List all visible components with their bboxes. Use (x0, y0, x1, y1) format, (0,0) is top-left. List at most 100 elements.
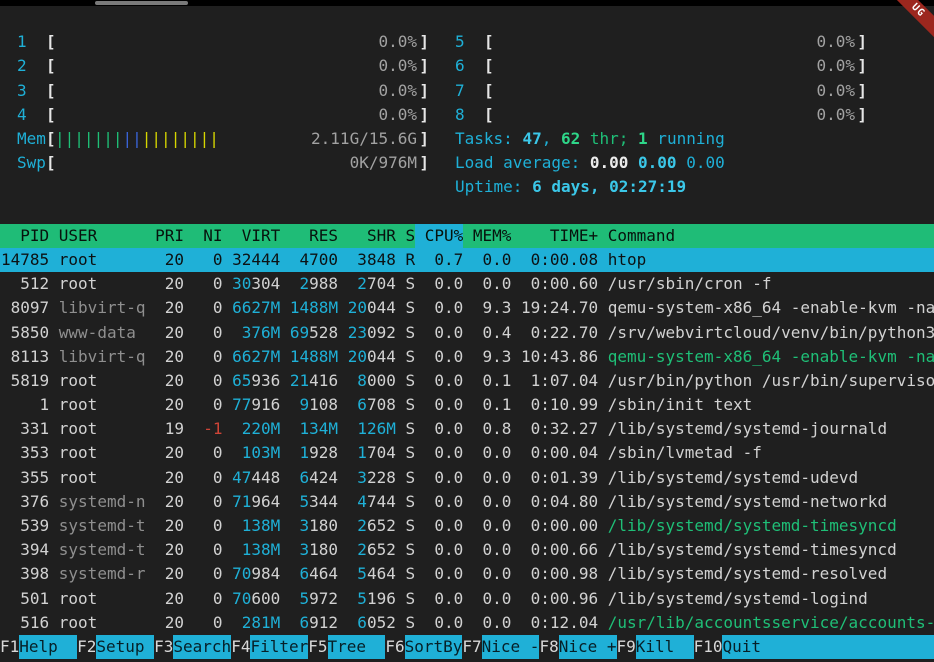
column-header-cpu-sort[interactable]: CPU% (415, 224, 463, 248)
cpu-meter-value: 0.0% (816, 103, 855, 127)
function-key-label: Search (173, 635, 231, 659)
function-key-number: F5 (308, 635, 327, 659)
cell-user: root (59, 441, 146, 465)
cpu-meter-value: 0.0% (816, 30, 855, 54)
cell-cpu: 0.0 (425, 345, 464, 369)
column-header-command[interactable]: Command (608, 224, 934, 248)
cell-time: 0:00.98 (521, 562, 598, 586)
table-row[interactable]: 355 root 20 0 47448 6424 3228 S 0.0 0.0 … (0, 466, 934, 490)
column-header-user[interactable]: USER (59, 224, 146, 248)
cell-state: S (405, 514, 415, 538)
cell-res: 69528 (290, 321, 338, 345)
cell-command: /usr/sbin/cron -f (608, 272, 934, 296)
cell-state: S (405, 562, 415, 586)
cell-time: 0:12.04 (521, 611, 598, 635)
column-header-pri[interactable]: PRI (155, 224, 184, 248)
cell-shr: 23092 (348, 321, 396, 345)
table-row[interactable]: 8097 libvirt-q 20 0 6627M 1488M 20044 S … (0, 296, 934, 320)
function-key-button[interactable]: F5 Tree (308, 635, 385, 659)
table-row[interactable]: 516 root 20 0 281M 6912 6052 S 0.0 0.0 0… (0, 611, 934, 635)
cell-ni: 0 (194, 248, 223, 272)
cell-res: 2988 (290, 272, 338, 296)
cell-command: htop (608, 248, 934, 272)
function-key-button[interactable]: F4 Filter (231, 635, 308, 659)
cell-command: /lib/systemd/systemd-udevd (608, 466, 934, 490)
column-header-virt[interactable]: VIRT (232, 224, 280, 248)
column-header-ni[interactable]: NI (194, 224, 223, 248)
cell-state: S (405, 393, 415, 417)
cell-ni: 0 (194, 466, 223, 490)
function-key-number: F8 (539, 635, 558, 659)
cell-command: /lib/systemd/systemd-timesyncd (608, 538, 934, 562)
cell-ni: 0 (194, 490, 223, 514)
cell-virt: 138M (232, 538, 280, 562)
cell-time: 0:00.96 (521, 587, 598, 611)
cell-time: 0:10.99 (521, 393, 598, 417)
column-header-s[interactable]: S (405, 224, 415, 248)
cell-user: root (59, 393, 146, 417)
cell-mem: 9.3 (473, 296, 512, 320)
function-key-button[interactable]: F6 SortBy (385, 635, 462, 659)
cpu-meter-value: 0.0% (378, 54, 417, 78)
cell-time: 10:43.86 (521, 345, 598, 369)
cell-mem: 0.0 (473, 248, 512, 272)
cpu-meter: 4 [ 0.0% ] (17, 103, 429, 127)
table-row[interactable]: 14785 root 20 0 32444 4700 3848 R 0.7 0.… (0, 248, 934, 272)
cell-shr: 3228 (348, 466, 396, 490)
table-row[interactable]: 8113 libvirt-q 20 0 6627M 1488M 20044 S … (0, 345, 934, 369)
function-key-label: Filter (250, 635, 308, 659)
table-row[interactable]: 5850 www-data 20 0 376M 69528 23092 S 0.… (0, 321, 934, 345)
cell-pri: 20 (155, 466, 184, 490)
table-row[interactable]: 331 root 19 -1 220M 134M 126M S 0.0 0.8 … (0, 417, 934, 441)
function-key-bar: F1 Help F2 Setup F3 Search F4 Filter F5 … (0, 635, 934, 659)
function-key-number: F7 (462, 635, 481, 659)
meter-caption: Swp (17, 151, 46, 175)
cell-res: 4700 (290, 248, 338, 272)
cell-time: 19:24.70 (521, 296, 598, 320)
table-row[interactable]: 512 root 20 0 30304 2988 2704 S 0.0 0.0 … (0, 272, 934, 296)
memory-meter: Mem [ ||||||||||||||||| 2.11G/15.6G ] (17, 127, 429, 151)
cell-user: libvirt-q (59, 296, 146, 320)
column-header-res[interactable]: RES (290, 224, 338, 248)
cell-state: S (405, 587, 415, 611)
table-row[interactable]: 398 systemd-r 20 0 70984 6464 5464 S 0.0… (0, 562, 934, 586)
column-header-time[interactable]: TIME+ (521, 224, 598, 248)
table-row[interactable]: 5819 root 20 0 65936 21416 8000 S 0.0 0.… (0, 369, 934, 393)
cell-ni: 0 (194, 345, 223, 369)
meter-open-bracket: [ (46, 30, 56, 54)
table-row[interactable]: 501 root 20 0 70600 5972 5196 S 0.0 0.0 … (0, 587, 934, 611)
function-key-button[interactable]: F1 Help (0, 635, 77, 659)
column-header-mem[interactable]: MEM% (473, 224, 512, 248)
htop-header: 1 [ 0.0% ] 2 [ 0.0% ] 3 [ 0.0% ] 4 [ 0.0… (0, 6, 934, 200)
table-row[interactable]: 1 root 20 0 77916 9108 6708 S 0.0 0.1 0:… (0, 393, 934, 417)
table-row[interactable]: 353 root 20 0 103M 1928 1704 S 0.0 0.0 0… (0, 441, 934, 465)
meter-close-bracket: ] (419, 30, 429, 54)
cell-shr: 5464 (348, 562, 396, 586)
cell-virt: 70600 (232, 587, 280, 611)
cell-cpu: 0.0 (425, 272, 464, 296)
function-key-button[interactable]: F9 Kill (617, 635, 694, 659)
cell-cpu: 0.0 (425, 369, 464, 393)
function-key-button[interactable]: F10 Quit (694, 635, 934, 659)
cell-pri: 20 (155, 272, 184, 296)
function-key-button[interactable]: F8 Nice + (539, 635, 616, 659)
table-row[interactable]: 394 systemd-t 20 0 138M 3180 2652 S 0.0 … (0, 538, 934, 562)
cell-shr: 2652 (348, 538, 396, 562)
table-row[interactable]: 376 systemd-n 20 0 71964 5344 4744 S 0.0… (0, 490, 934, 514)
function-key-label: Setup (96, 635, 154, 659)
function-key-button[interactable]: F2 Setup (77, 635, 154, 659)
cell-state: S (405, 369, 415, 393)
cell-virt: 65936 (232, 369, 280, 393)
column-header-shr[interactable]: SHR (348, 224, 396, 248)
cell-time: 0:32.27 (521, 417, 598, 441)
cpu-meter-caption: 4 (17, 103, 46, 127)
cell-command: /lib/systemd/systemd-networkd (608, 490, 934, 514)
meter-caption: Mem (17, 127, 46, 151)
function-key-button[interactable]: F7 Nice - (462, 635, 539, 659)
function-key-button[interactable]: F3 Search (154, 635, 231, 659)
column-header-pid[interactable]: PID (1, 224, 49, 248)
cell-user: systemd-t (59, 514, 146, 538)
table-row[interactable]: 539 systemd-t 20 0 138M 3180 2652 S 0.0 … (0, 514, 934, 538)
cell-user: systemd-t (59, 538, 146, 562)
top-scrollbar-thumb[interactable] (95, 1, 188, 5)
